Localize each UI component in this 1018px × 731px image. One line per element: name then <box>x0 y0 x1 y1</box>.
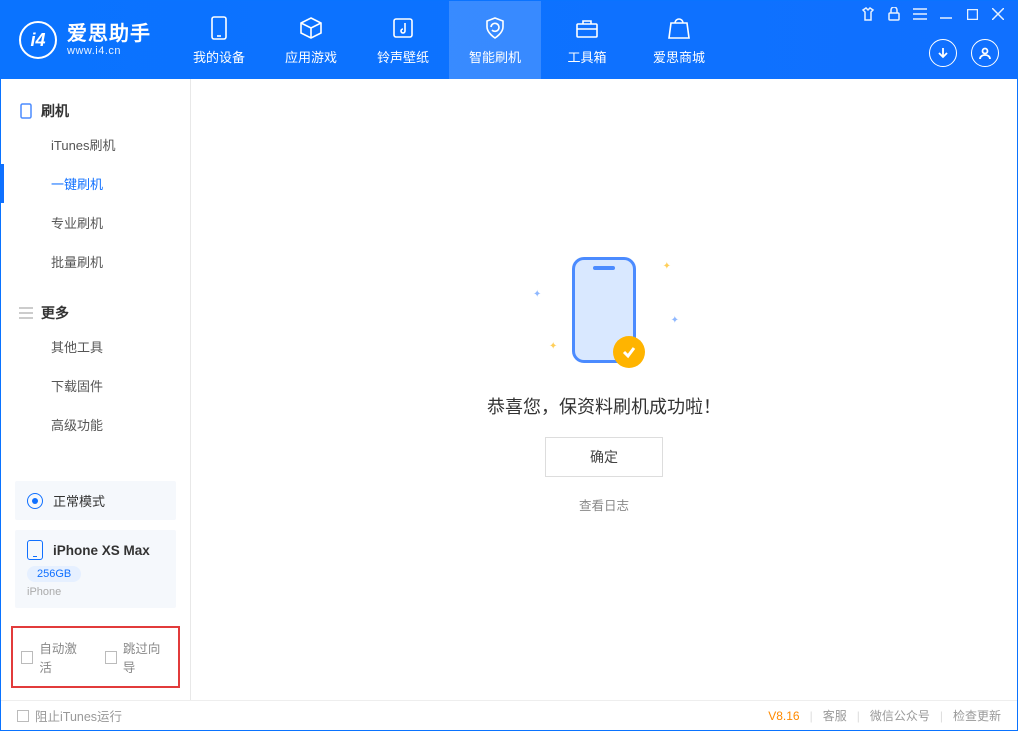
group-label: 更多 <box>41 303 69 323</box>
tab-label: 爱思商城 <box>653 47 705 66</box>
checkbox-label: 跳过向导 <box>123 638 170 676</box>
device-card[interactable]: iPhone XS Max 256GB iPhone <box>15 530 176 608</box>
ok-button[interactable]: 确定 <box>545 437 663 477</box>
group-label: 刷机 <box>41 101 69 121</box>
success-illustration: ✦ ✦ ✦ ✦ <box>519 245 689 375</box>
main-content: ✦ ✦ ✦ ✦ 恭喜您，保资料刷机成功啦！ 确定 查看日志 <box>191 79 1017 700</box>
tab-ringtones[interactable]: 铃声壁纸 <box>357 1 449 79</box>
sparkle-icon: ✦ <box>671 315 679 326</box>
tab-apps[interactable]: 应用游戏 <box>265 1 357 79</box>
version-label: V8.16 <box>768 709 799 723</box>
logo-icon: i4 <box>19 21 57 59</box>
sparkle-icon: ✦ <box>663 261 671 272</box>
header: i4 爱思助手 www.i4.cn 我的设备 应用游戏 铃声壁纸 智能刷机 <box>1 1 1017 79</box>
success-message: 恭喜您，保资料刷机成功啦！ <box>487 393 721 419</box>
tab-label: 工具箱 <box>567 47 606 66</box>
sidebar-group-more: 更多 <box>1 295 190 327</box>
tab-store[interactable]: 爱思商城 <box>633 1 725 79</box>
sparkle-icon: ✦ <box>533 289 541 300</box>
shirt-icon[interactable] <box>861 7 875 21</box>
sidebar-item-oneclick[interactable]: 一键刷机 <box>1 164 190 203</box>
brand: i4 爱思助手 www.i4.cn <box>1 1 173 79</box>
tab-my-device[interactable]: 我的设备 <box>173 1 265 79</box>
tab-label: 应用游戏 <box>285 47 337 66</box>
device-panel: 正常模式 iPhone XS Max 256GB iPhone <box>1 481 190 618</box>
check-badge-icon <box>613 336 645 368</box>
wechat-link[interactable]: 微信公众号 <box>870 707 930 724</box>
minimize-icon[interactable] <box>939 7 953 21</box>
sidebar: 刷机 iTunes刷机 一键刷机 专业刷机 批量刷机 更多 其他工具 下载固件 … <box>1 79 191 700</box>
sidebar-item-other-tools[interactable]: 其他工具 <box>1 327 190 366</box>
sidebar-item-advanced[interactable]: 高级功能 <box>1 405 190 444</box>
top-tabs: 我的设备 应用游戏 铃声壁纸 智能刷机 工具箱 爱思商城 <box>173 1 725 79</box>
device-capacity: 256GB <box>27 566 81 582</box>
checkbox-icon <box>17 710 29 722</box>
footer: 阻止iTunes运行 V8.16 | 客服 | 微信公众号 | 检查更新 <box>1 700 1017 730</box>
flash-options-row: 自动激活 跳过向导 <box>11 626 180 688</box>
sidebar-item-pro[interactable]: 专业刷机 <box>1 203 190 242</box>
tab-flash[interactable]: 智能刷机 <box>449 1 541 79</box>
mode-card[interactable]: 正常模式 <box>15 481 176 520</box>
checkbox-label: 阻止iTunes运行 <box>35 706 122 725</box>
body: 刷机 iTunes刷机 一键刷机 专业刷机 批量刷机 更多 其他工具 下载固件 … <box>1 79 1017 700</box>
mode-icon <box>27 493 43 509</box>
toolbox-icon <box>574 15 600 41</box>
phone-graphic <box>572 257 636 363</box>
list-icon <box>19 306 33 320</box>
checkbox-auto-activate[interactable]: 自动激活 <box>21 638 87 676</box>
tab-label: 智能刷机 <box>469 47 521 66</box>
user-button[interactable] <box>971 39 999 67</box>
phone-icon <box>27 540 43 560</box>
shield-refresh-icon <box>482 15 508 41</box>
lock-icon[interactable] <box>887 7 901 21</box>
cube-icon <box>298 15 324 41</box>
checkbox-skip-guide[interactable]: 跳过向导 <box>105 638 171 676</box>
tab-label: 铃声壁纸 <box>377 47 429 66</box>
checkbox-icon <box>105 651 117 664</box>
sidebar-item-itunes[interactable]: iTunes刷机 <box>1 125 190 164</box>
support-link[interactable]: 客服 <box>823 707 847 724</box>
check-update-link[interactable]: 检查更新 <box>953 707 1001 724</box>
tab-toolbox[interactable]: 工具箱 <box>541 1 633 79</box>
window-controls <box>861 7 1005 21</box>
device-type: iPhone <box>27 586 164 598</box>
phone-icon <box>206 15 232 41</box>
brand-subtitle: www.i4.cn <box>67 46 151 57</box>
maximize-icon[interactable] <box>965 7 979 21</box>
sidebar-group-flash: 刷机 <box>1 93 190 125</box>
music-icon <box>390 15 416 41</box>
device-name: iPhone XS Max <box>53 543 150 558</box>
bag-icon <box>666 15 692 41</box>
sparkle-icon: ✦ <box>549 341 557 352</box>
sidebar-item-batch[interactable]: 批量刷机 <box>1 242 190 281</box>
checkbox-icon <box>21 651 33 664</box>
device-icon <box>19 104 33 118</box>
mode-label: 正常模式 <box>53 491 105 510</box>
checkbox-block-itunes[interactable]: 阻止iTunes运行 <box>17 706 122 725</box>
menu-icon[interactable] <box>913 7 927 21</box>
app-window: i4 爱思助手 www.i4.cn 我的设备 应用游戏 铃声壁纸 智能刷机 <box>0 0 1018 731</box>
sidebar-item-firmware[interactable]: 下载固件 <box>1 366 190 405</box>
view-log-link[interactable]: 查看日志 <box>579 495 629 514</box>
header-actions <box>929 39 999 67</box>
close-icon[interactable] <box>991 7 1005 21</box>
tab-label: 我的设备 <box>193 47 245 66</box>
download-button[interactable] <box>929 39 957 67</box>
checkbox-label: 自动激活 <box>39 638 86 676</box>
brand-title: 爱思助手 <box>67 24 151 44</box>
